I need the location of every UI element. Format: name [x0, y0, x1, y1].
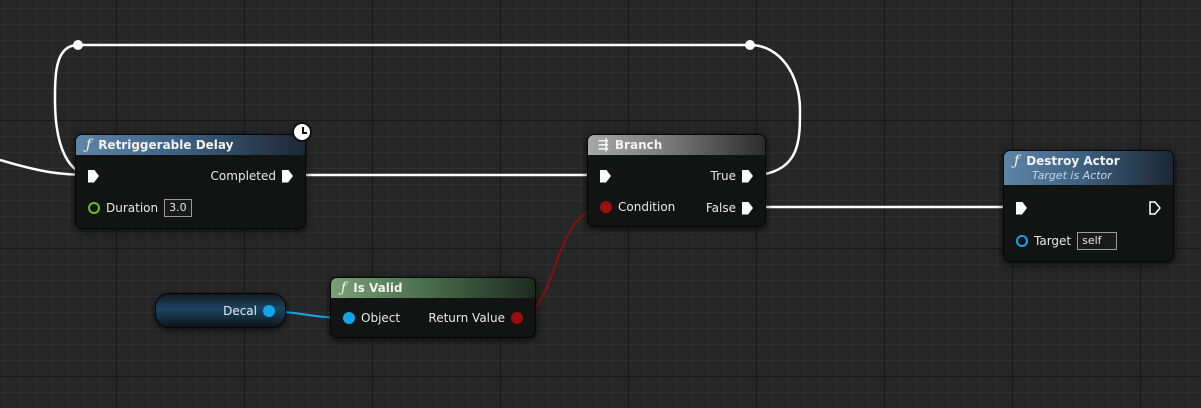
- decal-variable-node[interactable]: Decal: [155, 293, 286, 328]
- retriggerable-delay-title: Retriggerable Delay: [98, 138, 234, 152]
- completed-label: Completed: [210, 169, 276, 183]
- destroy-actor-title: Destroy Actor: [1026, 154, 1120, 168]
- target-pin[interactable]: [1016, 235, 1028, 247]
- decal-output-pin[interactable]: [263, 305, 275, 317]
- retriggerable-delay-header[interactable]: ƒ Retriggerable Delay: [76, 135, 305, 155]
- object-label: Object: [361, 311, 401, 325]
- condition-pin[interactable]: [600, 201, 612, 213]
- duration-input[interactable]: 3.0: [164, 199, 192, 217]
- function-icon: ƒ: [1014, 153, 1020, 169]
- retriggerable-delay-node[interactable]: ƒ Retriggerable Delay Completed Duration…: [75, 134, 306, 229]
- destroy-actor-header[interactable]: ƒ Destroy Actor Target is Actor: [1004, 151, 1173, 185]
- reroute-knot-right[interactable]: [745, 40, 755, 50]
- duration-pin[interactable]: [88, 202, 100, 214]
- true-exec-pin[interactable]: [742, 169, 753, 183]
- branch-header[interactable]: ⇶ Branch: [588, 135, 765, 155]
- destroy-exec-out-pin[interactable]: [1149, 201, 1161, 215]
- target-label: Target: [1034, 234, 1072, 248]
- destroy-actor-node[interactable]: ƒ Destroy Actor Target is Actor Target se…: [1003, 150, 1174, 262]
- function-icon: ƒ: [86, 137, 92, 153]
- false-label: False: [705, 201, 736, 215]
- is-valid-node[interactable]: ƒ Is Valid Object Return Value: [330, 277, 536, 338]
- destroy-exec-in-pin[interactable]: [1016, 201, 1027, 215]
- duration-label: Duration: [106, 201, 159, 215]
- object-pin[interactable]: [343, 312, 355, 324]
- branch-icon: ⇶: [598, 137, 609, 153]
- function-icon: ƒ: [341, 280, 347, 296]
- true-label: True: [710, 169, 737, 183]
- is-valid-title: Is Valid: [353, 281, 403, 295]
- completed-exec-pin[interactable]: [282, 169, 293, 183]
- false-exec-pin[interactable]: [742, 201, 753, 215]
- return-value-label: Return Value: [428, 311, 505, 325]
- target-input[interactable]: self: [1077, 232, 1117, 250]
- decal-label: Decal: [223, 304, 257, 318]
- is-valid-header[interactable]: ƒ Is Valid: [331, 278, 535, 298]
- return-value-pin[interactable]: [511, 312, 523, 324]
- reroute-knot-left[interactable]: [73, 40, 83, 50]
- condition-label: Condition: [618, 200, 676, 214]
- branch-node[interactable]: ⇶ Branch True Condition False: [587, 134, 766, 227]
- branch-title: Branch: [614, 138, 663, 152]
- branch-exec-in-pin[interactable]: [600, 169, 611, 183]
- clock-icon: [292, 122, 312, 142]
- destroy-actor-subtitle: Target is Actor: [1032, 169, 1112, 182]
- exec-in-pin[interactable]: [88, 169, 99, 183]
